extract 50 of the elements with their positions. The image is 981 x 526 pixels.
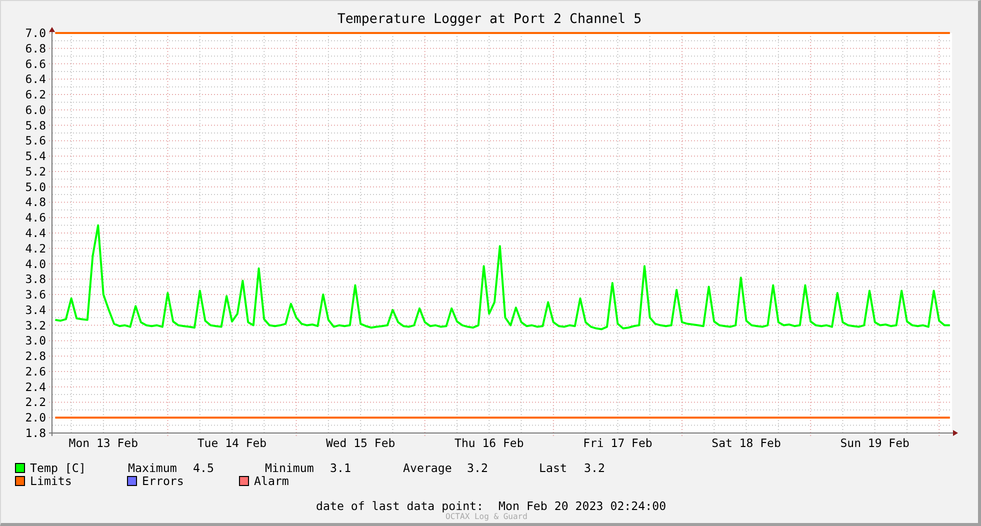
stat-value: 3.1 — [330, 462, 351, 474]
x-tick-label: Fri 17 Feb — [583, 436, 652, 450]
y-tick-label: 1.8 — [25, 426, 46, 440]
y-tick-label: 3.6 — [25, 288, 46, 302]
stat-label: Minimum — [265, 462, 314, 474]
y-tick-label: 5.8 — [25, 118, 46, 132]
y-tick-label: 5.4 — [25, 149, 46, 164]
y-tick-label: 6.2 — [25, 88, 46, 102]
y-tick-label: 7.0 — [25, 26, 46, 40]
y-tick-label: 2.2 — [25, 395, 46, 410]
y-tick-label: 5.0 — [25, 180, 46, 194]
stat-label: Maximum — [128, 462, 177, 474]
y-tick-label: 6.6 — [25, 56, 46, 71]
x-tick-label: Wed 15 Feb — [326, 436, 396, 450]
legend-label: Alarm — [254, 475, 289, 487]
y-tick-label: 2.8 — [25, 349, 46, 364]
stat-value: 3.2 — [584, 462, 605, 474]
stat-value: 4.5 — [193, 462, 214, 474]
y-tick-label: 3.2 — [25, 318, 46, 332]
x-tick-label: Mon 13 Feb — [68, 436, 138, 450]
x-tick-label: Thu 16 Feb — [454, 436, 524, 450]
y-tick-label: 6.8 — [25, 41, 46, 56]
y-tick-label: 3.4 — [25, 302, 46, 317]
y-tick-label: 5.6 — [25, 134, 46, 148]
last-data-label: date of last data point: — [316, 500, 484, 512]
y-tick-label: 3.8 — [25, 272, 46, 286]
y-tick-label: 6.0 — [25, 102, 46, 117]
stat-label: Average — [403, 462, 452, 474]
y-tick-label: 2.6 — [25, 364, 46, 378]
stat-label: Last — [539, 462, 567, 474]
y-tick-label: 4.4 — [25, 226, 46, 240]
y-tick-label: 6.4 — [25, 72, 46, 86]
watermark-text: OCTAX Log & Guard — [446, 512, 528, 521]
x-tick-label: Sat 18 Feb — [712, 436, 781, 450]
y-tick-label: 4.8 — [25, 195, 46, 210]
legend-label: Errors — [142, 475, 184, 487]
x-tick-label: Tue 14 Feb — [197, 436, 267, 450]
legend-label: Limits — [30, 475, 72, 487]
y-tick-label: 4.0 — [25, 256, 46, 271]
y-tick-label: 2.0 — [25, 410, 46, 425]
last-data-value: Mon Feb 20 2023 02:24:00 — [498, 500, 666, 512]
x-tick-label: Sun 19 Feb — [840, 436, 910, 450]
y-tick-label: 2.4 — [25, 380, 46, 394]
stat-value: 3.2 — [467, 462, 488, 474]
y-tick-label: 5.2 — [25, 164, 46, 178]
legend-label: Temp [C] — [30, 462, 86, 474]
chart-title: Temperature Logger at Port 2 Channel 5 — [337, 12, 642, 26]
y-tick-label: 3.0 — [25, 334, 46, 348]
y-tick-label: 4.6 — [25, 210, 46, 225]
y-tick-label: 4.2 — [25, 241, 46, 256]
